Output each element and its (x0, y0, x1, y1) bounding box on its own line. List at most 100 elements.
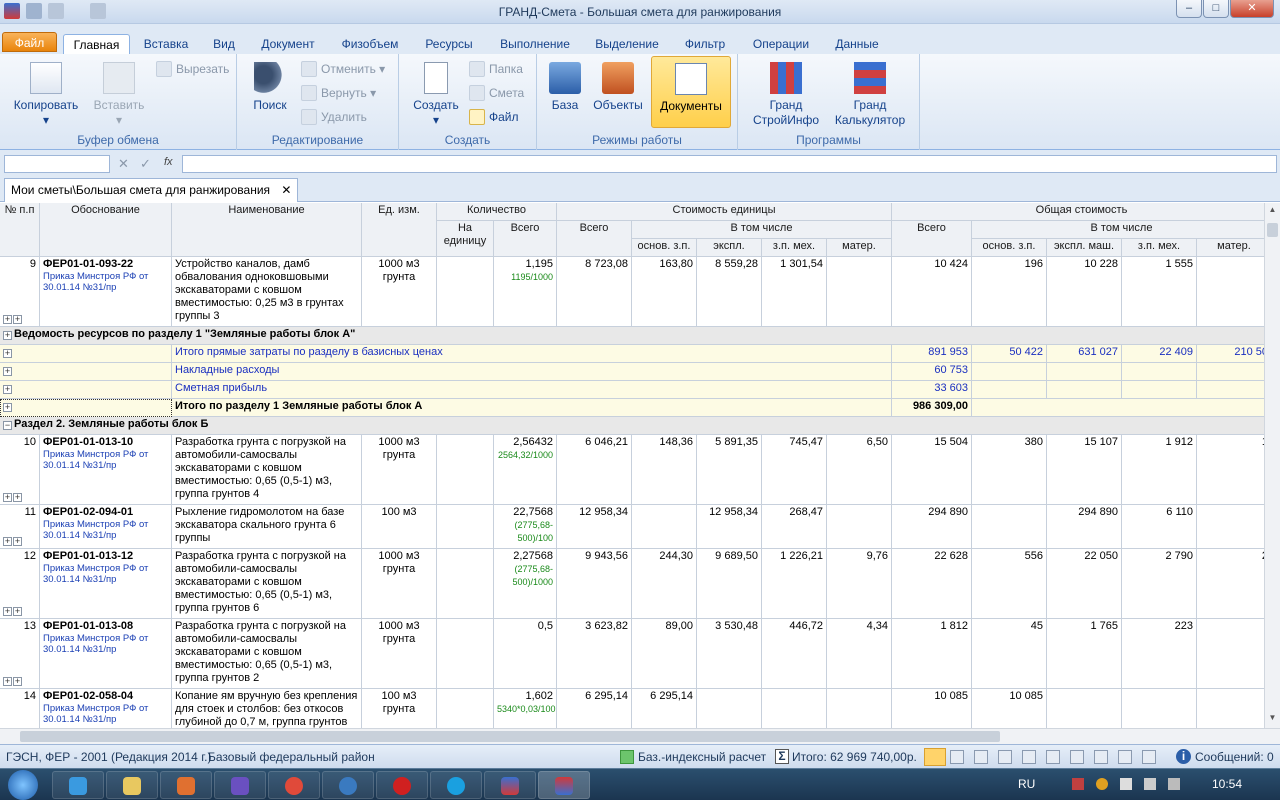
row-uc-zp[interactable]: 163,80 (632, 257, 697, 327)
create-button[interactable]: Создать ▾ (409, 62, 463, 128)
maximize-button[interactable]: □ (1203, 0, 1229, 18)
scroll-up-icon[interactable]: ▲ (1267, 205, 1278, 217)
summary-tzp[interactable] (972, 363, 1047, 381)
expand-icon[interactable]: + (3, 367, 12, 376)
row-qty-per[interactable] (437, 689, 494, 728)
expand-icon[interactable]: + (13, 493, 22, 502)
row-tc-em[interactable]: 10 228 (1047, 257, 1122, 327)
row-uc-em[interactable]: 12 958,34 (697, 505, 762, 549)
row-uc-total[interactable]: 8 723,08 (557, 257, 632, 327)
row-tc-zp[interactable]: 556 (972, 549, 1047, 619)
row-tc-zp[interactable]: 196 (972, 257, 1047, 327)
tab-view[interactable]: Вид (204, 34, 244, 54)
view-mode-8-icon[interactable] (1094, 750, 1108, 764)
row-uc-total[interactable]: 9 943,56 (557, 549, 632, 619)
row-qty[interactable]: 22,7568 (2775,68-500)/100 (494, 505, 557, 549)
calc-mode[interactable]: Баз.-индексный расчет (638, 750, 766, 764)
row-tc-zpm[interactable] (1122, 689, 1197, 728)
row-uc-em[interactable]: 9 689,50 (697, 549, 762, 619)
expand-icon[interactable]: + (13, 537, 22, 546)
row-uc-zpm[interactable]: 1 226,21 (762, 549, 827, 619)
clock[interactable]: 10:54 (1212, 777, 1242, 791)
row-uc-mat[interactable]: 4,34 (827, 619, 892, 689)
network-icon[interactable] (1144, 778, 1156, 790)
cell-name-box[interactable] (4, 155, 110, 173)
view-mode-5-icon[interactable] (1022, 750, 1036, 764)
row-uc-mat[interactable] (827, 505, 892, 549)
total-value[interactable]: 986 309,00 (892, 399, 972, 417)
row-unit[interactable]: 1000 м3 грунта (362, 257, 437, 327)
expand-icon[interactable]: + (3, 677, 12, 686)
redo-button[interactable]: Вернуть ▾ (301, 84, 376, 102)
header-uc-em[interactable]: экспл. маш. (697, 239, 762, 257)
row-tc-zpm[interactable]: 6 110 (1122, 505, 1197, 549)
search-button[interactable]: Поиск (245, 62, 295, 113)
grand2-taskbar-button[interactable] (538, 771, 590, 799)
header-total-cost[interactable]: Общая стоимость (892, 203, 1264, 221)
row-unit[interactable]: 1000 м3 грунта (362, 435, 437, 505)
header-num[interactable]: № п.п (0, 203, 40, 257)
expand-icon[interactable]: + (3, 403, 12, 412)
start-icon[interactable] (8, 770, 38, 800)
tab-filter[interactable]: Фильтр (677, 34, 733, 54)
norm-base[interactable]: ГЭСН, ФЕР - 2001 (Редакция 2014 г.) (6, 750, 211, 764)
collapse-icon[interactable]: − (3, 421, 12, 430)
row-name[interactable]: Разработка грунта с погрузкой на автомоб… (172, 435, 362, 505)
region[interactable]: Базовый федеральный район (208, 750, 375, 764)
row-basis[interactable]: ФЕР01-01-013-12 Приказ Минстроя РФ от 30.… (40, 549, 172, 619)
row-basis[interactable]: ФЕР01-02-058-04 Приказ Минстроя РФ от 30.… (40, 689, 172, 728)
header-name[interactable]: Наименование (172, 203, 362, 257)
section-header[interactable]: Раздел 2. Земляные работы блок Б (0, 417, 1264, 435)
documents-button[interactable]: Документы (651, 56, 731, 128)
row-basis[interactable]: ФЕР01-01-013-10 Приказ Минстроя РФ от 30.… (40, 435, 172, 505)
tab-insert[interactable]: Вставка (137, 34, 195, 54)
summary-tzpm[interactable]: 22 409 (1122, 345, 1197, 363)
total-spacer[interactable] (972, 399, 1264, 417)
close-tab-icon[interactable]: ✕ (281, 183, 291, 197)
row-uc-mat[interactable] (827, 689, 892, 728)
tray-icon-1[interactable] (1072, 778, 1084, 790)
header-tc-em[interactable]: экспл. маш. (1047, 239, 1122, 257)
row-tc-total[interactable]: 10 085 (892, 689, 972, 728)
header-uc-total[interactable]: Всего (557, 221, 632, 257)
row-name[interactable]: Устройство каналов, дамб обвалования одн… (172, 257, 362, 327)
row-uc-mat[interactable] (827, 257, 892, 327)
summary-spacer[interactable] (0, 399, 172, 417)
row-uc-zp[interactable]: 6 295,14 (632, 689, 697, 728)
summary-tc[interactable]: 60 753 (892, 363, 972, 381)
summary-tzpm[interactable] (1122, 363, 1197, 381)
row-tc-zp[interactable]: 45 (972, 619, 1047, 689)
view-mode-2-icon[interactable] (950, 750, 964, 764)
row-tc-zp[interactable]: 380 (972, 435, 1047, 505)
row-uc-em[interactable]: 8 559,28 (697, 257, 762, 327)
header-uc-zp[interactable]: основ. з.п. (632, 239, 697, 257)
row-qty[interactable]: 0,5 (494, 619, 557, 689)
row-tc-zpm[interactable]: 2 790 (1122, 549, 1197, 619)
row-basis[interactable]: ФЕР01-01-013-08 Приказ Минстроя РФ от 30.… (40, 619, 172, 689)
row-basis[interactable]: ФЕР01-02-094-01 Приказ Минстроя РФ от 30.… (40, 505, 172, 549)
horizontal-scrollbar[interactable] (0, 728, 1280, 744)
summary-tmat[interactable] (1197, 363, 1264, 381)
row-uc-zpm[interactable]: 268,47 (762, 505, 827, 549)
row-qty-per[interactable] (437, 435, 494, 505)
summary-spacer[interactable] (0, 363, 172, 381)
row-name[interactable]: Копание ям вручную без крепления для сто… (172, 689, 362, 728)
summary-spacer[interactable] (0, 345, 172, 363)
row-uc-zpm[interactable] (762, 689, 827, 728)
summary-tem[interactable]: 631 027 (1047, 345, 1122, 363)
formula-input[interactable] (182, 155, 1277, 173)
summary-tzpm[interactable] (1122, 381, 1197, 399)
resources-row[interactable]: Ведомость ресурсов по разделу 1 "Земляны… (0, 327, 1264, 345)
header-tc-total[interactable]: Всего (892, 221, 972, 257)
file-button[interactable]: Файл (469, 108, 519, 126)
tab-resources[interactable]: Ресурсы (418, 34, 480, 54)
tab-document[interactable]: Документ (255, 34, 321, 54)
row-qty-per[interactable] (437, 549, 494, 619)
row-uc-mat[interactable]: 9,76 (827, 549, 892, 619)
row-qty[interactable]: 1,602 5340*0,03/100 (494, 689, 557, 728)
row-uc-zpm[interactable]: 446,72 (762, 619, 827, 689)
expand-icon[interactable]: + (3, 349, 12, 358)
summary-tc[interactable]: 891 953 (892, 345, 972, 363)
grand-taskbar-button[interactable] (484, 771, 536, 799)
row-name[interactable]: Рыхление гидромолотом на базе экскаватор… (172, 505, 362, 549)
